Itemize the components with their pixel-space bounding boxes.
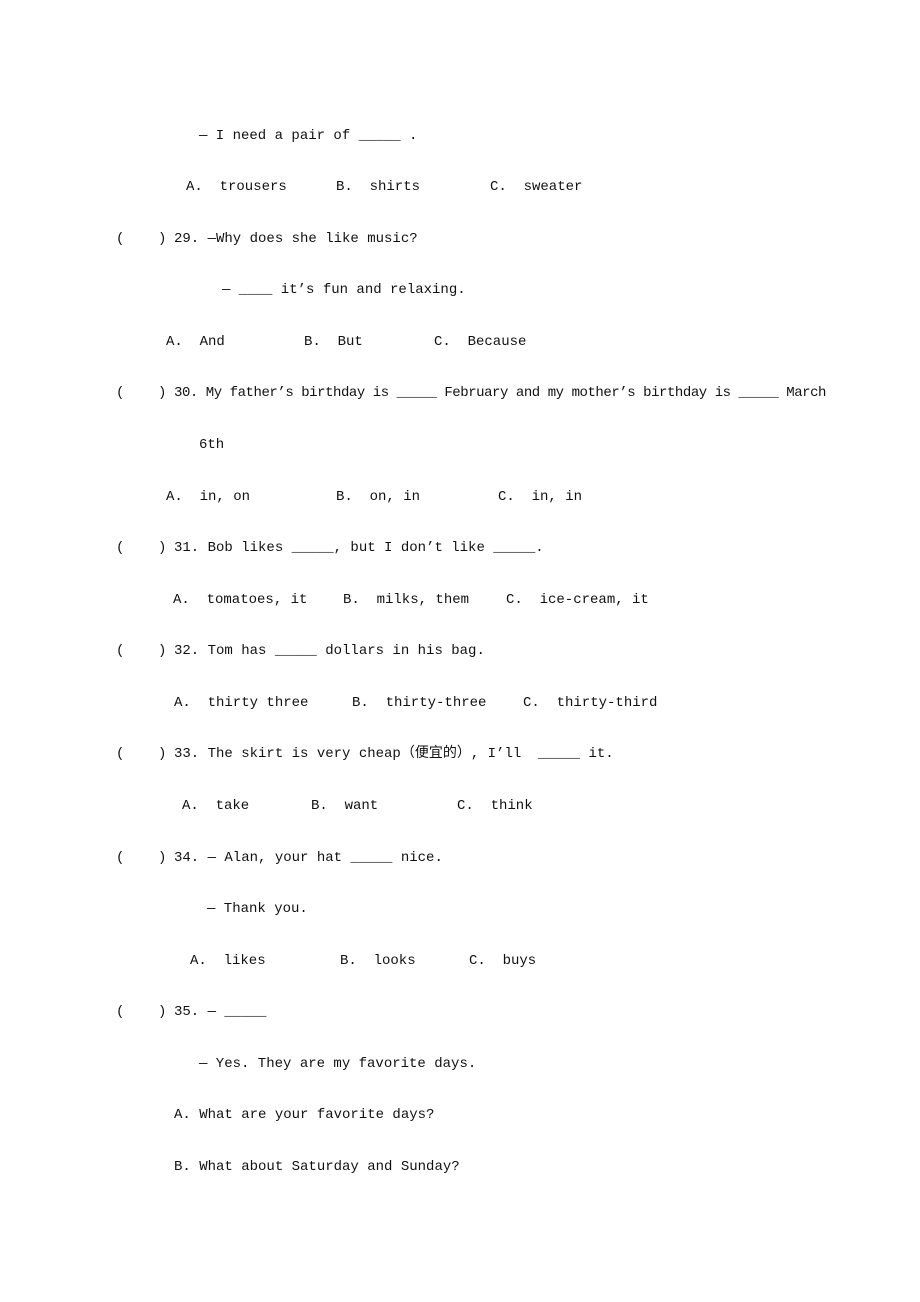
option-a: A. trousers bbox=[186, 179, 287, 195]
option-a: A. What are your favorite days? bbox=[174, 1107, 435, 1123]
answer-blank: ( ) bbox=[116, 643, 167, 659]
question-stem: 33. The skirt is very cheap（便宜的）, I’ll _… bbox=[174, 746, 614, 762]
answer-blank: ( ) bbox=[116, 850, 167, 866]
question-stem: 34. — Alan, your hat _____ nice. bbox=[174, 850, 443, 866]
question-stem-continued: 6th bbox=[199, 437, 225, 453]
option-a: A. take bbox=[182, 798, 250, 814]
option-b: B. on, in bbox=[336, 489, 421, 505]
option-c: C. Because bbox=[434, 334, 527, 350]
dialogue-line: — I need a pair of _____ . bbox=[199, 128, 418, 144]
option-b: B. What about Saturday and Sunday? bbox=[174, 1159, 460, 1175]
answer-blank: ( ) bbox=[116, 385, 167, 401]
question-stem: 29. —Why does she like music? bbox=[174, 231, 418, 247]
option-c: C. ice-cream, it bbox=[506, 592, 649, 608]
answer-blank: ( ) bbox=[116, 1004, 167, 1020]
option-b: B. shirts bbox=[336, 179, 421, 195]
option-c: C. in, in bbox=[498, 489, 583, 505]
option-b: B. thirty-three bbox=[352, 695, 487, 711]
option-a: A. in, on bbox=[166, 489, 251, 505]
option-b: B. looks bbox=[340, 953, 416, 969]
dialogue-line: — Thank you. bbox=[207, 901, 308, 917]
option-b: B. milks, them bbox=[343, 592, 470, 608]
option-a: A. tomatoes, it bbox=[173, 592, 308, 608]
option-a: A. likes bbox=[190, 953, 266, 969]
option-b: B. want bbox=[311, 798, 379, 814]
question-stem: 32. Tom has _____ dollars in his bag. bbox=[174, 643, 485, 659]
option-c: C. think bbox=[457, 798, 533, 814]
question-stem: 35. — _____ bbox=[174, 1004, 267, 1020]
answer-blank: ( ) bbox=[116, 540, 167, 556]
dialogue-line: — ____ it’s fun and relaxing. bbox=[222, 282, 466, 298]
option-c: C. thirty-third bbox=[523, 695, 658, 711]
question-stem: 30. My father’s birthday is _____ Februa… bbox=[174, 385, 827, 401]
dialogue-line: — Yes. They are my favorite days. bbox=[199, 1056, 477, 1072]
option-a: A. And bbox=[166, 334, 225, 350]
answer-blank: ( ) bbox=[116, 746, 167, 762]
option-a: A. thirty three bbox=[174, 695, 309, 711]
question-stem: 31. Bob likes _____, but I don’t like __… bbox=[174, 540, 544, 556]
option-c: C. buys bbox=[469, 953, 537, 969]
answer-blank: ( ) bbox=[116, 231, 167, 247]
option-c: C. sweater bbox=[490, 179, 583, 195]
option-b: B. But bbox=[304, 334, 363, 350]
